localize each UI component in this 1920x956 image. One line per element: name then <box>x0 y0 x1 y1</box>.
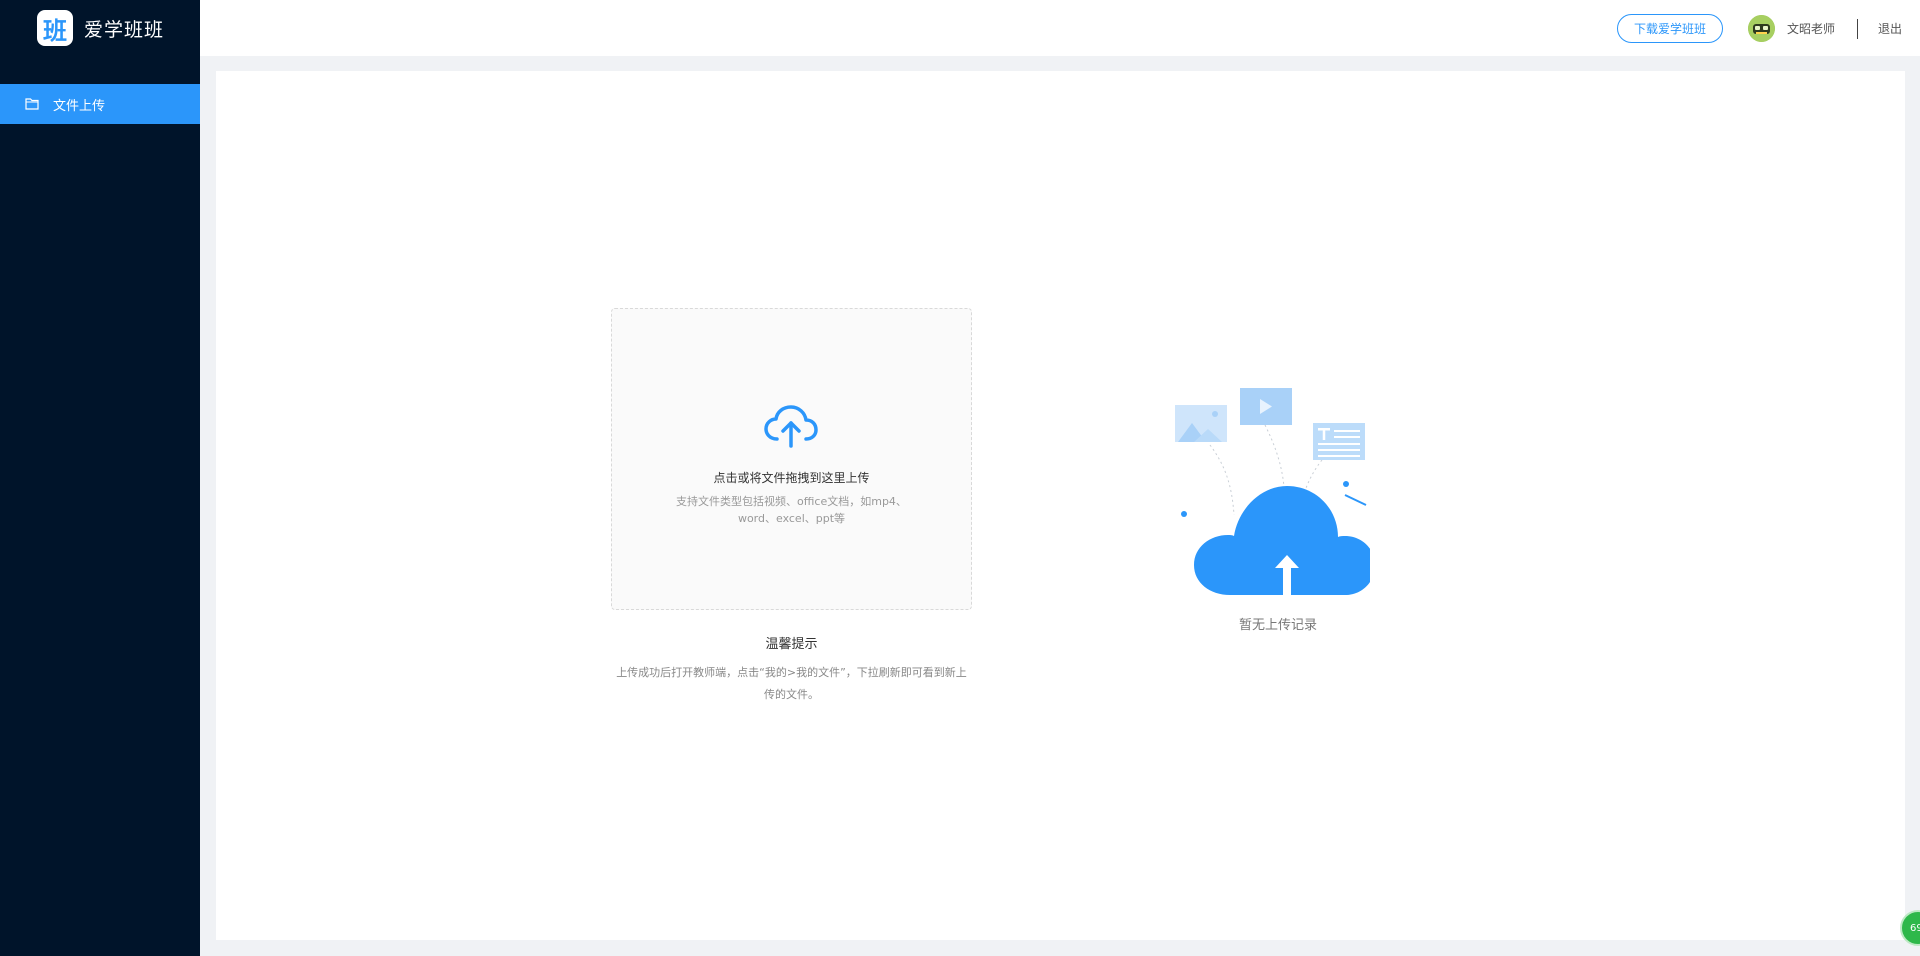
sidebar-item-label: 文件上传 <box>53 98 106 114</box>
empty-state-text: 暂无上传记录 <box>1238 618 1317 633</box>
upload-subtitle: 支持文件类型包括视频、office文档，如mp4、word、excel、ppt等 <box>676 495 907 525</box>
upload-title: 点击或将文件拖拽到这里上传 <box>713 471 870 485</box>
logo-icon: 班 <box>37 10 73 46</box>
sidebar-item-file-upload[interactable]: 文件上传 <box>0 84 200 124</box>
user-name[interactable]: 文昭老师 <box>1787 20 1835 37</box>
cloud-upload-icon <box>764 405 818 448</box>
upload-dropzone[interactable] <box>611 308 972 610</box>
app-name: 爱学班班 <box>84 18 165 41</box>
top-header: 下载爱学班班 文昭老师 退出 <box>200 0 1920 56</box>
tips-title: 温馨提示 <box>765 637 818 652</box>
avatar[interactable] <box>1748 15 1775 42</box>
logout-link[interactable]: 退出 <box>1878 20 1902 37</box>
header-divider <box>1857 19 1858 39</box>
sidebar: 班 爱学班班 文件上传 <box>0 0 200 956</box>
download-app-button[interactable]: 下载爱学班班 <box>1617 14 1723 43</box>
empty-upload-illustration <box>1175 388 1370 595</box>
avatar-icon <box>1748 15 1775 42</box>
main-panel <box>216 71 1905 940</box>
folder-icon <box>25 98 39 110</box>
app-logo[interactable]: 班 爱学班班 <box>37 10 164 46</box>
tips-body: 上传成功后打开教师端，点击“我的>我的文件”，下拉刷新即可看到新上传的文件。 <box>616 666 967 701</box>
